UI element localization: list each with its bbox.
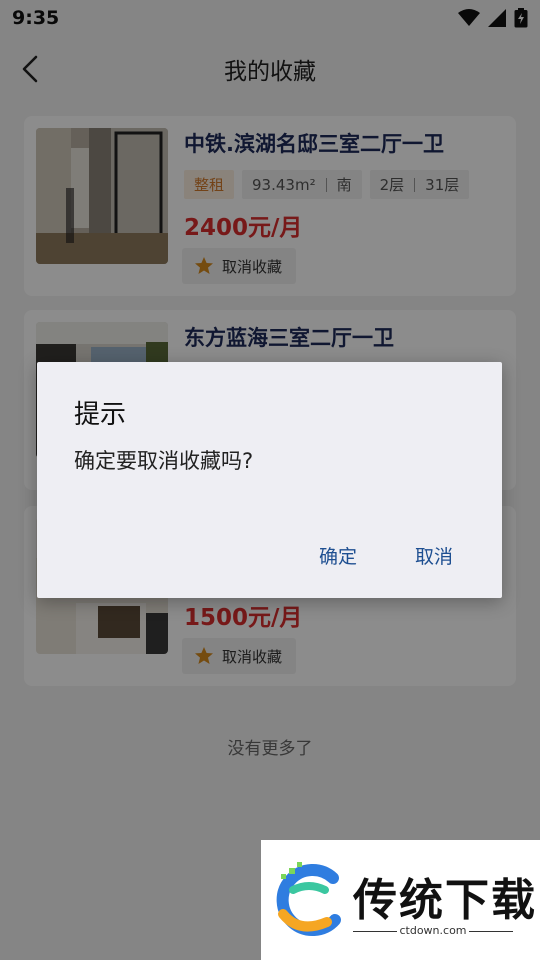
watermark: 传统下载 ctdown.com bbox=[261, 840, 540, 960]
confirm-dialog: 提示 确定要取消收藏吗? 确定 取消 bbox=[37, 362, 502, 598]
cancel-button[interactable]: 取消 bbox=[415, 542, 453, 569]
dialog-title: 提示 bbox=[74, 400, 127, 430]
brand-name: 传统下载 bbox=[353, 875, 537, 926]
dialog-message: 确定要取消收藏吗? bbox=[74, 449, 254, 473]
confirm-button[interactable]: 确定 bbox=[319, 542, 357, 569]
brand-logo-icon bbox=[276, 862, 341, 936]
divider bbox=[469, 931, 513, 932]
